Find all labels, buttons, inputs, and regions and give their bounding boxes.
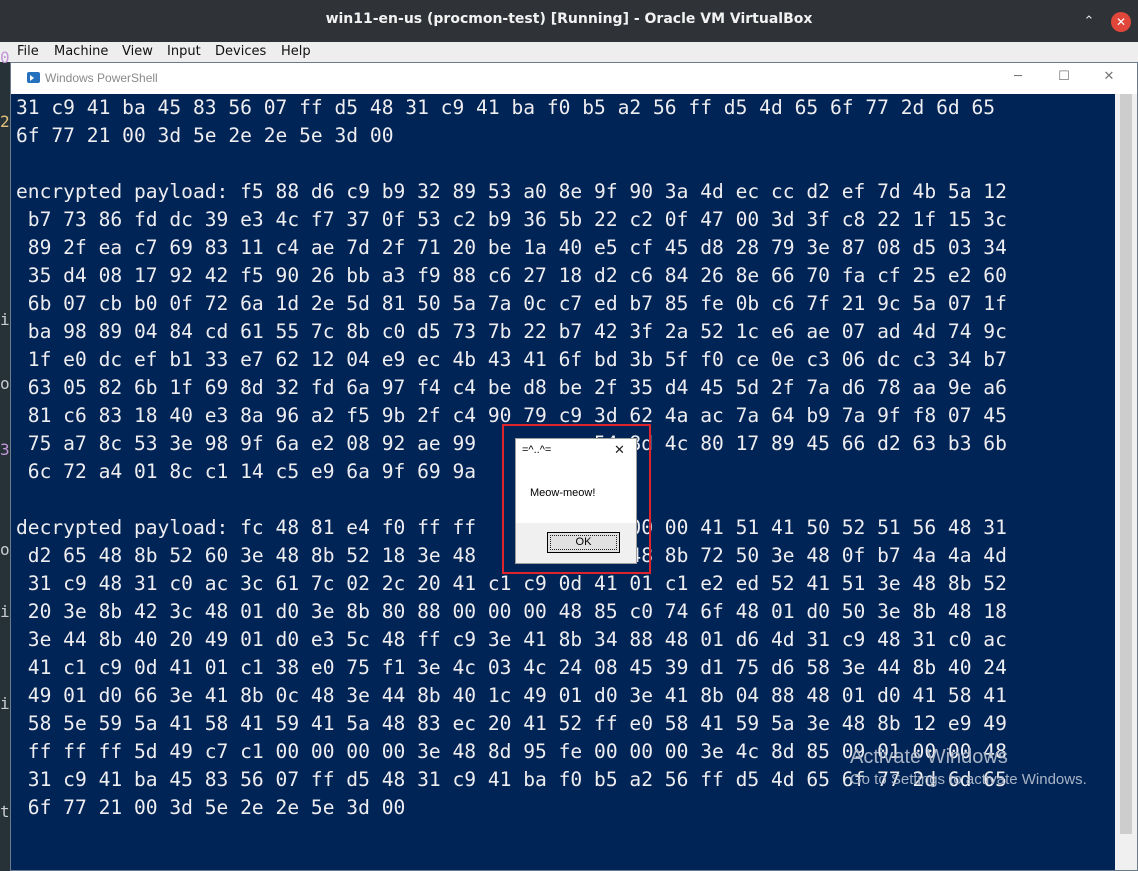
edge-char: 3 xyxy=(0,440,10,459)
menu-input[interactable]: Input xyxy=(167,44,201,59)
menu-help[interactable]: Help xyxy=(281,44,311,59)
menu-file[interactable]: File xyxy=(17,44,39,59)
powershell-title: Windows PowerShell xyxy=(45,71,158,85)
ok-button[interactable]: OK xyxy=(547,532,620,553)
edge-char: o xyxy=(0,374,10,393)
activation-watermark: Activate Windows Go to Settings to activ… xyxy=(850,746,1087,788)
menu-view[interactable]: View xyxy=(122,44,153,59)
message-box-text: Meow-meow! xyxy=(530,487,596,499)
watermark-title: Activate Windows xyxy=(850,746,1008,768)
ps-scrollbar-thumb[interactable] xyxy=(1120,94,1132,834)
edge-char: 2 xyxy=(0,112,10,131)
message-box-close-button[interactable]: ✕ xyxy=(614,442,625,458)
ps-close-button[interactable]: ✕ xyxy=(1097,69,1121,87)
edge-char: i xyxy=(0,602,10,621)
host-terminal-edge: 0 2 i o 3 o i i t xyxy=(0,48,10,871)
ps-minimize-button[interactable]: ─ xyxy=(1006,69,1030,87)
powershell-icon xyxy=(27,72,40,83)
watermark-subtitle: Go to Settings to activate Windows. xyxy=(850,771,1087,788)
edge-char: i xyxy=(0,694,10,713)
menubar: File Machine View Input Devices Help xyxy=(0,42,1138,63)
message-box: =^..^= ✕ Meow-meow! OK xyxy=(515,438,637,564)
menu-machine[interactable]: Machine xyxy=(54,44,108,59)
host-window-title: win11-en-us (procmon-test) [Running] - O… xyxy=(325,11,813,27)
host-close-button[interactable]: ✕ xyxy=(1111,12,1131,32)
edge-char: 0 xyxy=(0,48,10,67)
ps-scrollbar[interactable] xyxy=(1115,94,1137,870)
edge-char: t xyxy=(0,802,10,821)
message-box-title: =^..^= xyxy=(522,444,552,456)
host-titlebar: win11-en-us (procmon-test) [Running] - O… xyxy=(0,0,1138,42)
edge-char: i xyxy=(0,310,10,329)
host-minimize-button[interactable]: ⌃ xyxy=(1080,12,1098,30)
message-box-footer: OK xyxy=(516,523,636,563)
ps-maximize-button[interactable]: ☐ xyxy=(1052,69,1076,87)
powershell-titlebar[interactable]: Windows PowerShell ─ ☐ ✕ xyxy=(11,63,1137,94)
menu-devices[interactable]: Devices xyxy=(215,44,266,59)
edge-char: o xyxy=(0,540,10,559)
